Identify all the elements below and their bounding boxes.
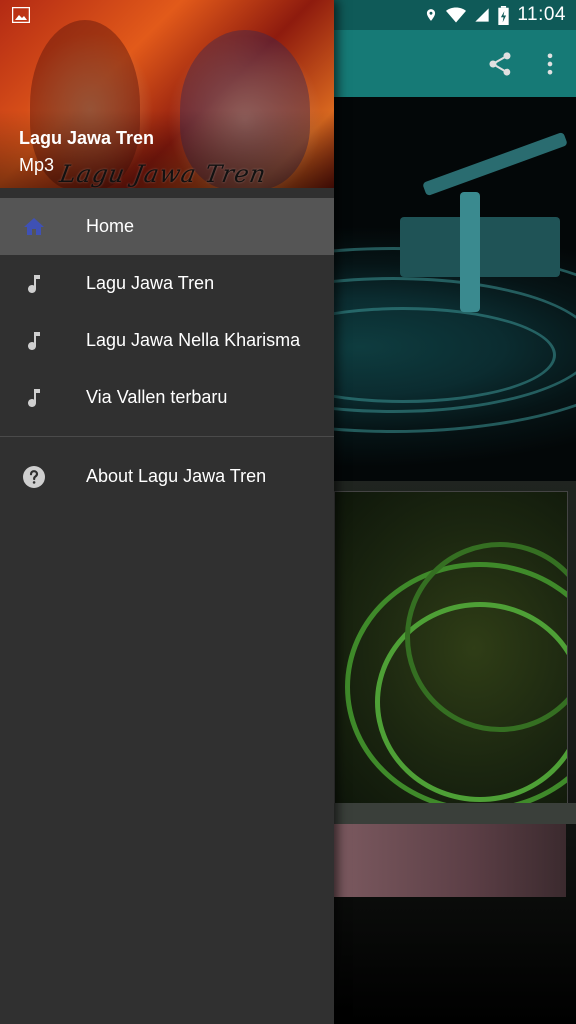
more-vert-icon[interactable] — [536, 50, 564, 78]
gallery-notification-icon — [12, 7, 30, 23]
menu-item-label: Lagu Jawa Nella Kharisma — [86, 330, 301, 350]
wifi-icon — [446, 7, 467, 23]
music-note-icon — [28, 331, 40, 350]
header-watermark: Lagu Jawa Tren — [57, 160, 269, 188]
menu-item-home[interactable]: Home — [0, 198, 334, 255]
help-icon — [23, 465, 45, 488]
navigation-drawer: Lagu Jawa Tren Lagu Jawa Tren Mp3 Home L… — [0, 0, 334, 1024]
home-icon — [24, 217, 44, 235]
menu-item-label: Lagu Jawa Tren — [86, 273, 215, 293]
menu-item-label: About Lagu Jawa Tren — [86, 466, 267, 486]
music-note-icon — [28, 388, 40, 407]
menu-item-label: Via Vallen terbaru — [86, 387, 228, 407]
menu-item-lagu-jawa-tren[interactable]: Lagu Jawa Tren — [0, 255, 334, 312]
location-icon — [427, 9, 436, 21]
drawer-title: Lagu Jawa Tren — [19, 128, 155, 148]
menu-item-about[interactable]: About Lagu Jawa Tren — [0, 448, 334, 505]
drawer-subtitle: Mp3 — [19, 155, 55, 175]
portrait-card-image[interactable] — [334, 824, 566, 897]
share-icon[interactable] — [486, 50, 514, 78]
guitar-card-image[interactable] — [334, 491, 568, 805]
signal-icon — [475, 8, 490, 22]
menu-item-label: Home — [86, 216, 135, 236]
menu-item-via-vallen-terbaru[interactable]: Via Vallen terbaru — [0, 369, 334, 426]
drawer-menu: Home Lagu Jawa Tren Lagu Jawa Nella Khar… — [0, 198, 334, 505]
drawer-header: Lagu Jawa Tren Lagu Jawa Tren Mp3 — [0, 0, 334, 188]
music-note-icon — [28, 274, 40, 293]
status-time: 11:04 — [517, 4, 566, 25]
battery-icon — [498, 5, 510, 25]
menu-item-lagu-jawa-nella-kharisma[interactable]: Lagu Jawa Nella Kharisma — [0, 312, 334, 369]
status-icons: 11:04 — [424, 0, 566, 30]
menu-divider — [0, 436, 334, 437]
